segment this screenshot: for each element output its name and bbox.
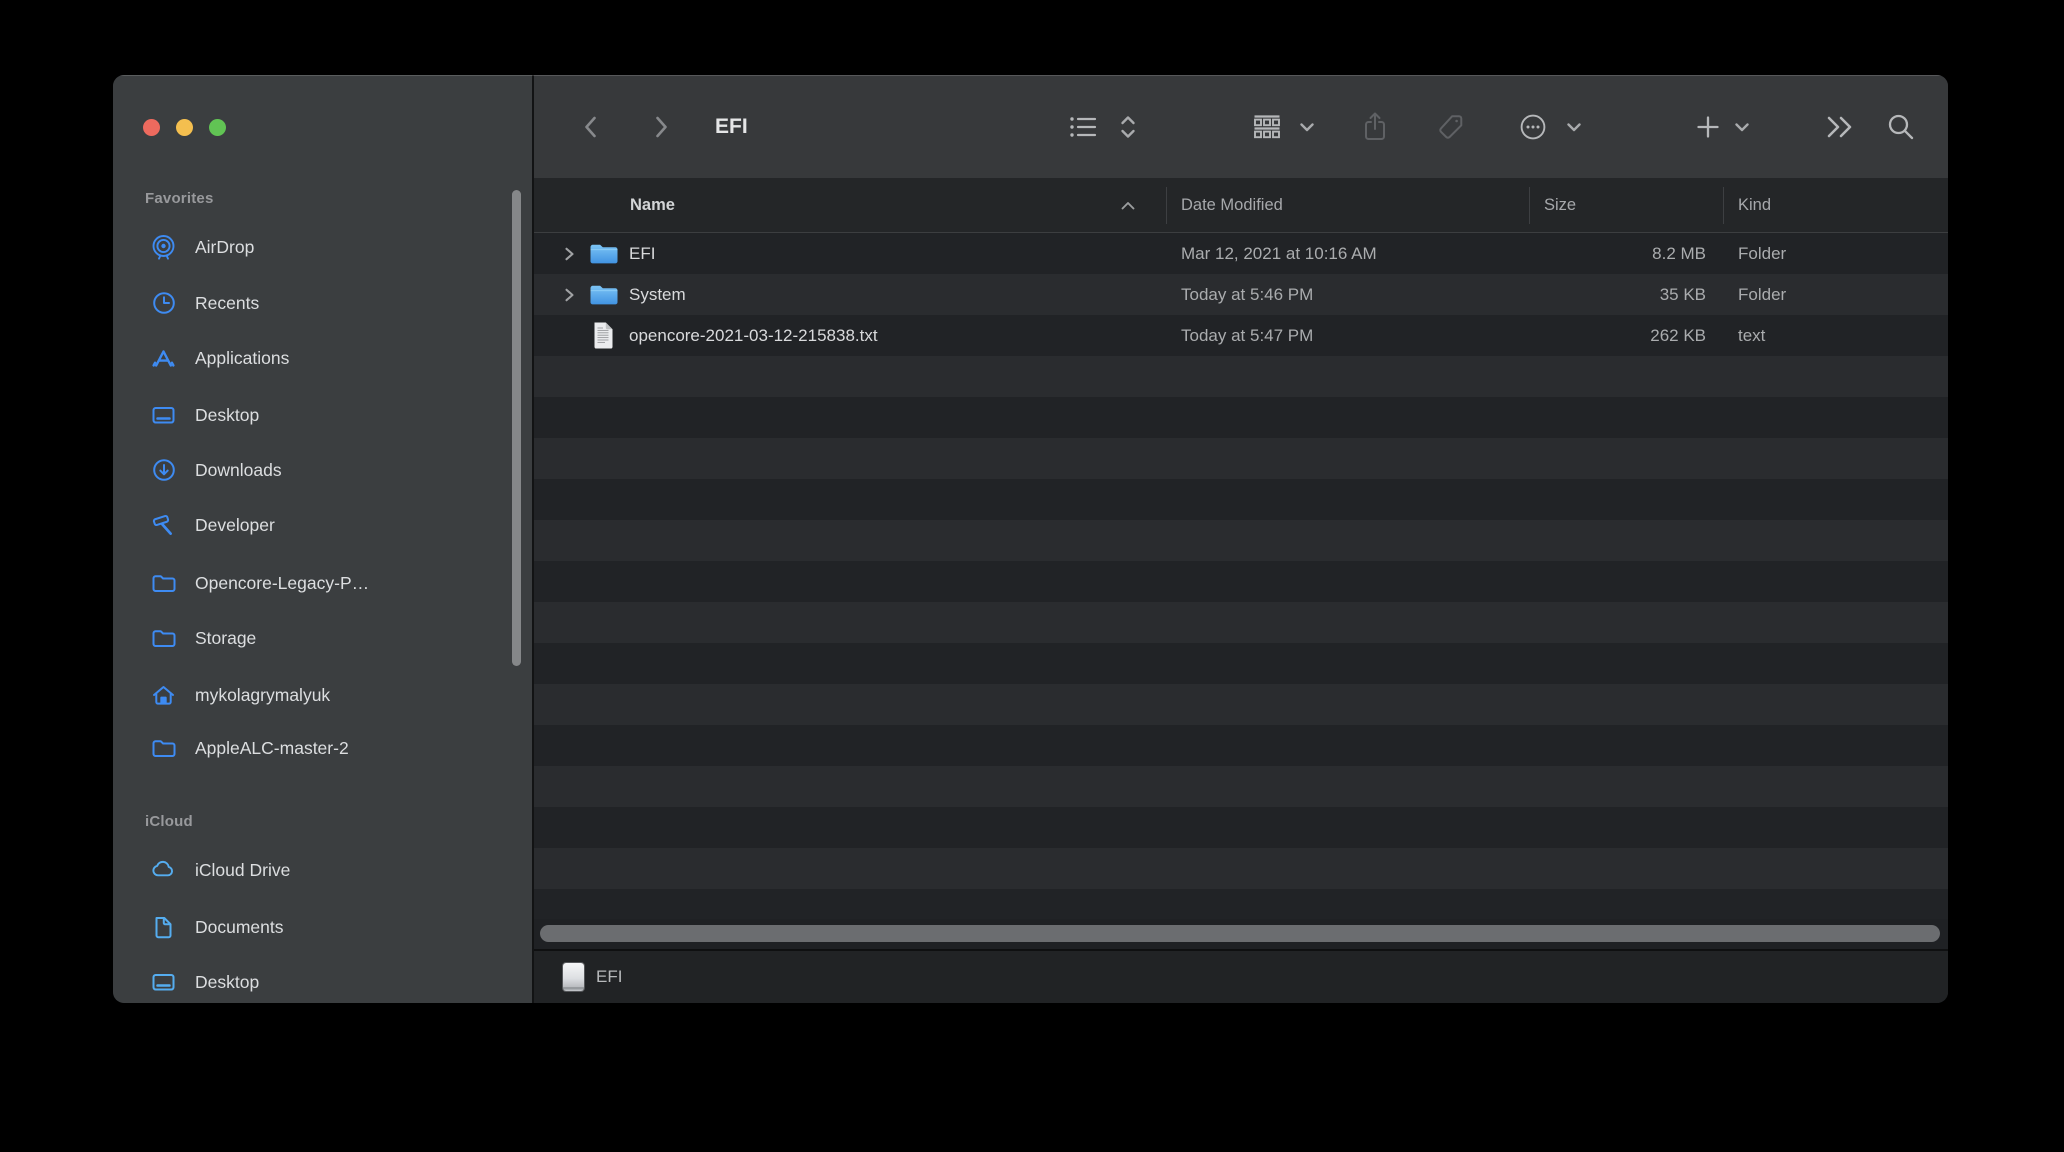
- group-view-chevron-icon[interactable]: [1299, 75, 1315, 178]
- sidebar-item-label: iCloud Drive: [195, 860, 290, 881]
- download-circle-icon: [150, 457, 177, 484]
- file-name: EFI: [629, 233, 655, 274]
- finder-window: Favorites AirDrop Recents: [113, 75, 1948, 1003]
- file-size: 35 KB: [1534, 274, 1706, 315]
- column-header-kind[interactable]: Kind: [1738, 178, 1771, 232]
- sidebar-item-icloud-desktop[interactable]: Desktop: [113, 954, 532, 1003]
- sidebar-item-label: Developer: [195, 515, 275, 536]
- status-location-label: EFI: [596, 967, 622, 987]
- sidebar-item-developer[interactable]: Developer: [113, 497, 532, 553]
- sidebar-item-opencore-legacy[interactable]: Opencore-Legacy-P…: [113, 555, 532, 611]
- file-kind: Folder: [1738, 274, 1786, 315]
- file-name: opencore-2021-03-12-215838.txt: [629, 315, 878, 356]
- status-bar: EFI: [534, 949, 1948, 1003]
- list-header: Name Date Modified Size Kind: [534, 178, 1948, 233]
- column-resize-handle[interactable]: [1723, 187, 1724, 224]
- hammer-icon: [150, 512, 177, 539]
- file-kind: Folder: [1738, 233, 1786, 274]
- folder-icon: [589, 274, 619, 315]
- folder-icon: [150, 570, 177, 597]
- folder-icon: [150, 625, 177, 652]
- file-name: System: [629, 274, 686, 315]
- sidebar-item-desktop[interactable]: Desktop: [113, 387, 532, 443]
- sidebar-item-label: Storage: [195, 628, 256, 649]
- table-row[interactable]: EFI Mar 12, 2021 at 10:16 AM 8.2 MB Fold…: [534, 233, 1948, 274]
- sidebar-item-label: mykolagrymalyuk: [195, 685, 330, 706]
- home-icon: [150, 682, 177, 709]
- column-header-name[interactable]: Name: [630, 178, 675, 232]
- sidebar-item-label: Downloads: [195, 460, 282, 481]
- sidebar: Favorites AirDrop Recents: [113, 75, 532, 1003]
- document-icon: [150, 914, 177, 941]
- sidebar-item-label: Applications: [195, 348, 289, 369]
- sidebar-item-label: AppleALC-master-2: [195, 738, 349, 759]
- more-actions-icon[interactable]: [1519, 75, 1547, 178]
- horizontal-scrollbar[interactable]: [540, 925, 1940, 942]
- disclosure-chevron-icon[interactable]: [564, 274, 575, 315]
- sidebar-item-documents[interactable]: Documents: [113, 899, 532, 955]
- clock-icon: [150, 290, 177, 317]
- main-panel: EFI: [534, 75, 1948, 1003]
- file-list: EFI Mar 12, 2021 at 10:16 AM 8.2 MB Fold…: [534, 233, 1948, 919]
- sidebar-item-applealc[interactable]: AppleALC-master-2: [113, 720, 532, 776]
- search-icon[interactable]: [1886, 75, 1916, 178]
- column-resize-handle[interactable]: [1529, 187, 1530, 224]
- app-store-icon: [150, 345, 177, 372]
- file-size: 262 KB: [1534, 315, 1706, 356]
- sidebar-item-recents[interactable]: Recents: [113, 275, 532, 331]
- zoom-button[interactable]: [209, 119, 226, 136]
- column-resize-handle[interactable]: [1166, 187, 1167, 224]
- table-row[interactable]: opencore-2021-03-12-215838.txt Today at …: [534, 315, 1948, 356]
- sidebar-item-applications[interactable]: Applications: [113, 330, 532, 386]
- sidebar-item-storage[interactable]: Storage: [113, 610, 532, 666]
- file-size: 8.2 MB: [1534, 233, 1706, 274]
- sort-control-icon[interactable]: [1117, 75, 1139, 178]
- sidebar-section-favorites-label: Favorites: [145, 190, 214, 207]
- list-view-icon[interactable]: [1068, 75, 1098, 178]
- sidebar-item-home[interactable]: mykolagrymalyuk: [113, 667, 532, 723]
- folder-icon: [589, 233, 619, 274]
- sidebar-item-icloud-drive[interactable]: iCloud Drive: [113, 842, 532, 898]
- airdrop-icon: [150, 234, 177, 261]
- window-controls: [143, 119, 226, 136]
- text-file-icon: [591, 315, 615, 356]
- sort-ascending-icon: [1120, 201, 1136, 211]
- desktop-icon: [150, 402, 177, 429]
- sidebar-item-downloads[interactable]: Downloads: [113, 442, 532, 498]
- column-header-size[interactable]: Size: [1544, 178, 1576, 232]
- back-button[interactable]: [580, 75, 602, 178]
- group-view-icon[interactable]: [1252, 75, 1282, 178]
- folder-icon: [150, 735, 177, 762]
- more-actions-chevron-icon[interactable]: [1566, 75, 1582, 178]
- add-chevron-icon[interactable]: [1734, 75, 1750, 178]
- disk-icon: [563, 963, 584, 991]
- sidebar-item-label: Documents: [195, 917, 284, 938]
- column-header-date-modified[interactable]: Date Modified: [1181, 178, 1283, 232]
- cloud-icon: [150, 857, 177, 884]
- file-date: Today at 5:46 PM: [1181, 274, 1313, 315]
- desktop-icon: [150, 969, 177, 996]
- file-date: Mar 12, 2021 at 10:16 AM: [1181, 233, 1377, 274]
- sidebar-item-label: Recents: [195, 293, 259, 314]
- disclosure-chevron-icon[interactable]: [564, 233, 575, 274]
- minimize-button[interactable]: [176, 119, 193, 136]
- sidebar-item-label: Desktop: [195, 405, 259, 426]
- file-kind: text: [1738, 315, 1765, 356]
- table-row[interactable]: System Today at 5:46 PM 35 KB Folder: [534, 274, 1948, 315]
- sidebar-scrollbar[interactable]: [512, 190, 521, 666]
- toolbar: EFI: [534, 75, 1948, 178]
- sidebar-item-label: Desktop: [195, 972, 259, 993]
- window-title: EFI: [715, 75, 748, 178]
- add-icon[interactable]: [1696, 75, 1720, 178]
- sidebar-item-label: Opencore-Legacy-P…: [195, 573, 369, 594]
- sidebar-item-label: AirDrop: [195, 237, 254, 258]
- sidebar-section-icloud-label: iCloud: [145, 813, 193, 830]
- close-button[interactable]: [143, 119, 160, 136]
- forward-button[interactable]: [650, 75, 672, 178]
- overflow-chevrons-icon[interactable]: [1824, 75, 1858, 178]
- file-date: Today at 5:47 PM: [1181, 315, 1313, 356]
- sidebar-item-airdrop[interactable]: AirDrop: [113, 219, 532, 275]
- tag-icon[interactable]: [1436, 75, 1466, 178]
- share-icon[interactable]: [1361, 75, 1389, 178]
